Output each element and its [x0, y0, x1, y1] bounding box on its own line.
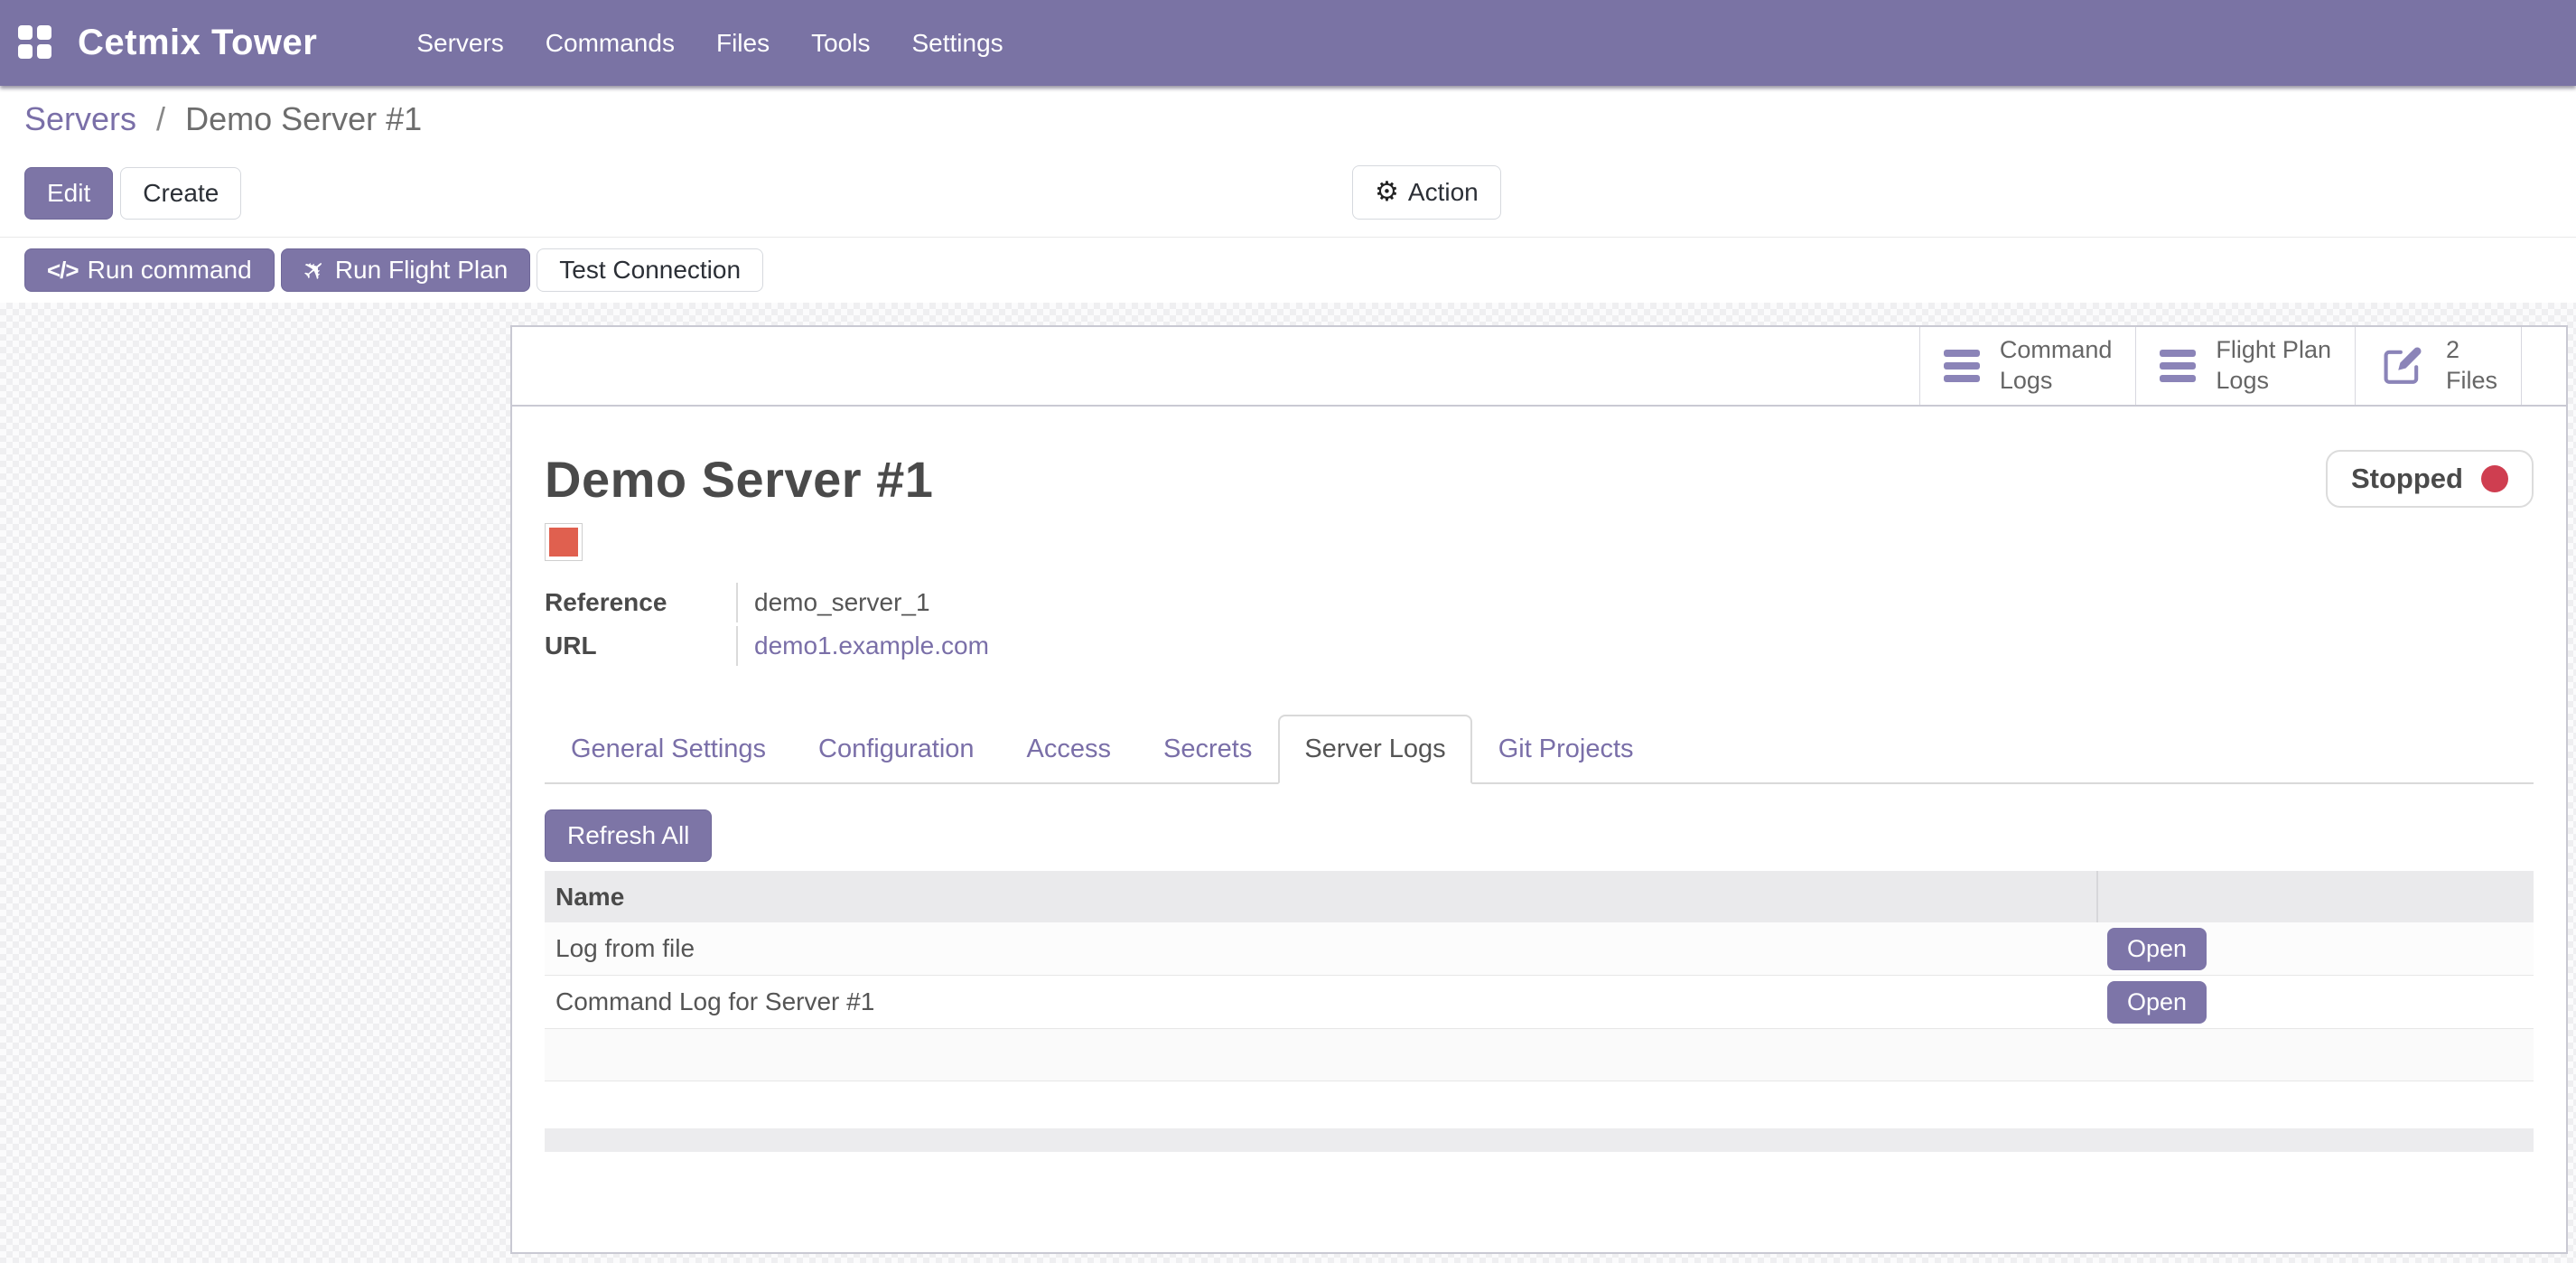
nav-item-files[interactable]: Files: [714, 22, 771, 65]
run-command-label: Run command: [88, 256, 252, 285]
open-log-button[interactable]: Open: [2107, 981, 2207, 1024]
table-header-row: Name: [545, 871, 2534, 922]
breadcrumb-current: Demo Server #1: [185, 100, 422, 137]
status-badge: Stopped: [2326, 450, 2534, 508]
server-logs-table: Name Log from file Open Command Log for …: [545, 871, 2534, 1152]
plane-icon: ✈: [295, 251, 333, 290]
nav-item-servers[interactable]: Servers: [415, 22, 505, 65]
command-logs-button[interactable]: Command Logs: [1919, 327, 2136, 405]
breadcrumb-separator: /: [156, 100, 165, 137]
code-icon: </>: [47, 257, 79, 285]
nav-item-tools[interactable]: Tools: [809, 22, 872, 65]
server-url-link[interactable]: demo1.example.com: [754, 632, 989, 660]
breadcrumb: Servers / Demo Server #1: [24, 100, 422, 138]
table-row[interactable]: Command Log for Server #1 Open: [545, 976, 2534, 1029]
tab-configuration[interactable]: Configuration: [792, 715, 1001, 784]
reference-field-label: Reference: [545, 588, 736, 617]
edit-button[interactable]: Edit: [24, 167, 113, 220]
open-log-button[interactable]: Open: [2107, 928, 2207, 970]
run-flight-plan-button[interactable]: ✈ Run Flight Plan: [281, 248, 531, 292]
tab-git-projects[interactable]: Git Projects: [1472, 715, 1660, 784]
pencil-square-icon: [2379, 342, 2426, 389]
create-button[interactable]: Create: [120, 167, 241, 220]
log-name-cell: Log from file: [545, 934, 2096, 963]
table-footer-bar: [545, 1128, 2534, 1152]
top-navbar: Cetmix Tower Servers Commands Files Tool…: [0, 0, 2576, 86]
color-swatch[interactable]: [545, 523, 583, 561]
list-icon: [1944, 350, 1980, 382]
run-command-button[interactable]: </> Run command: [24, 248, 275, 292]
page-title: Demo Server #1: [545, 450, 933, 509]
log-name-cell: Command Log for Server #1: [545, 987, 2096, 1016]
form-sheet: Demo Server #1 Stopped Reference demo_se…: [512, 450, 2566, 1152]
content-area: Command Logs Flight Plan Logs: [0, 303, 2576, 1263]
apps-grid-square: [37, 25, 51, 40]
server-logs-pane: Refresh All Name Log from file Open: [545, 784, 2534, 1152]
action-button-label: Action: [1408, 178, 1479, 207]
table-header-name: Name: [545, 883, 2096, 912]
apps-grid-icon[interactable]: [18, 25, 54, 61]
tab-server-logs[interactable]: Server Logs: [1278, 715, 1471, 784]
apps-grid-square: [18, 25, 33, 40]
app-brand[interactable]: Cetmix Tower: [78, 23, 317, 63]
tab-general-settings[interactable]: General Settings: [545, 715, 792, 784]
table-header-action: [2096, 871, 2534, 922]
apps-grid-square: [18, 44, 33, 59]
stat-button-box: Command Logs Flight Plan Logs: [512, 327, 2566, 407]
gear-icon: ⚙: [1375, 179, 1399, 206]
flight-plan-logs-button[interactable]: Flight Plan Logs: [2135, 327, 2355, 405]
run-flight-plan-label: Run Flight Plan: [335, 256, 508, 285]
field-group: Reference demo_server_1 URL demo1.exampl…: [545, 581, 2534, 668]
url-field-label: URL: [545, 632, 736, 660]
table-row[interactable]: Log from file Open: [545, 922, 2534, 976]
reference-field-value: demo_server_1: [736, 583, 2534, 622]
server-form-card: Command Logs Flight Plan Logs: [510, 325, 2568, 1254]
files-count: 2: [2446, 335, 2459, 366]
main-menu: Servers Commands Files Tools Settings: [415, 22, 1004, 65]
tab-secrets[interactable]: Secrets: [1137, 715, 1278, 784]
command-logs-label-line2: Logs: [2000, 366, 2053, 397]
refresh-all-button[interactable]: Refresh All: [545, 809, 712, 862]
files-button[interactable]: 2 Files: [2355, 327, 2521, 405]
list-icon: [2160, 350, 2196, 382]
control-panel-buttons: Edit Create: [24, 167, 241, 220]
flight-plan-logs-label-line2: Logs: [2216, 366, 2269, 397]
tab-access[interactable]: Access: [1001, 715, 1137, 784]
control-panel-divider: [0, 237, 2576, 238]
button-box-tail: [2521, 327, 2566, 405]
status-dot-icon: [2481, 465, 2508, 492]
color-swatch-fill: [549, 528, 578, 557]
status-label: Stopped: [2351, 463, 2463, 495]
flight-plan-logs-label-line1: Flight Plan: [2216, 335, 2331, 366]
files-label: Files: [2446, 366, 2497, 397]
app-root: Cetmix Tower Servers Commands Files Tool…: [0, 0, 2576, 1263]
action-button[interactable]: ⚙ Action: [1352, 165, 1501, 220]
nav-item-commands[interactable]: Commands: [544, 22, 677, 65]
empty-table-row: [545, 1029, 2534, 1081]
notebook-tabs: General Settings Configuration Access Se…: [545, 715, 2534, 784]
breadcrumb-servers-link[interactable]: Servers: [24, 100, 136, 137]
nav-item-settings[interactable]: Settings: [910, 22, 1004, 65]
table-spacer: [545, 1081, 2534, 1128]
test-connection-button[interactable]: Test Connection: [537, 248, 763, 292]
server-action-buttons: </> Run command ✈ Run Flight Plan Test C…: [24, 248, 763, 292]
control-panel: Servers / Demo Server #1 Edit Create ⚙ A…: [0, 86, 2576, 303]
apps-grid-square: [37, 44, 51, 59]
command-logs-label-line1: Command: [2000, 335, 2113, 366]
